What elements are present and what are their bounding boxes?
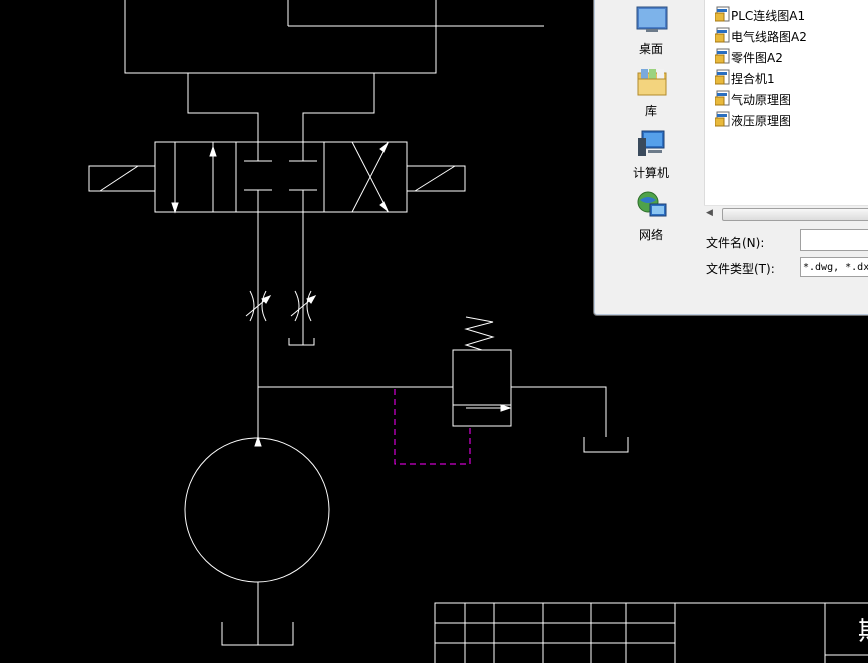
dwg-file-icon — [715, 27, 730, 43]
hydraulic-pump — [184, 437, 330, 646]
dwg-file-icon — [715, 111, 730, 127]
file-name: 液压原理图 — [731, 114, 792, 128]
right-solenoid — [406, 165, 466, 192]
title-block — [434, 602, 868, 663]
place-label-desktop: 桌面 — [638, 42, 663, 56]
filename-input[interactable] — [800, 229, 868, 251]
library-icon — [637, 69, 667, 96]
scrollbar-thumb[interactable]: ||| — [722, 208, 868, 221]
horizontal-scrollbar[interactable]: ◀ ||| — [704, 205, 868, 222]
file-name: 气动原理图 — [731, 93, 792, 107]
hydraulic-cylinder — [124, 0, 544, 74]
filetype-select[interactable]: *.dwg, *.dxf — [800, 257, 868, 277]
scroll-left-arrow-icon[interactable]: ◀ — [706, 208, 713, 218]
place-label-library: 库 — [644, 104, 657, 118]
filetype-label: 文件类型(T): — [706, 262, 775, 276]
place-label-computer: 计算机 — [632, 166, 669, 180]
file-name: PLC连线图A1 — [731, 9, 806, 23]
dwg-file-icon — [715, 48, 730, 64]
return-line — [288, 212, 315, 346]
file-list[interactable]: PLC连线图A1 电气线路图A2 零件图A2 捏合机1 气动原理图 液压原理图 — [704, 0, 868, 205]
left-solenoid — [88, 165, 156, 192]
file-name: 电气线路图A2 — [731, 30, 807, 44]
place-label-network: 网络 — [638, 228, 663, 242]
pressure-line — [254, 212, 453, 447]
dwg-file-icon — [715, 90, 730, 106]
desktop-icon — [636, 6, 668, 32]
title-block-text: 斯 — [858, 617, 868, 647]
file-name: 捏合机1 — [731, 72, 775, 86]
dwg-file-icon — [715, 69, 730, 85]
relief-valve — [452, 316, 629, 453]
places-bar: 桌面 库 计算机 网络 — [598, 0, 704, 255]
network-icon — [637, 191, 667, 217]
cylinder-port-lines — [187, 73, 375, 142]
dwg-file-icon — [715, 6, 730, 22]
filename-label: 文件名(N): — [706, 236, 765, 250]
directional-control-valve — [154, 141, 408, 214]
file-name: 零件图A2 — [731, 51, 783, 65]
computer-icon — [638, 130, 665, 156]
